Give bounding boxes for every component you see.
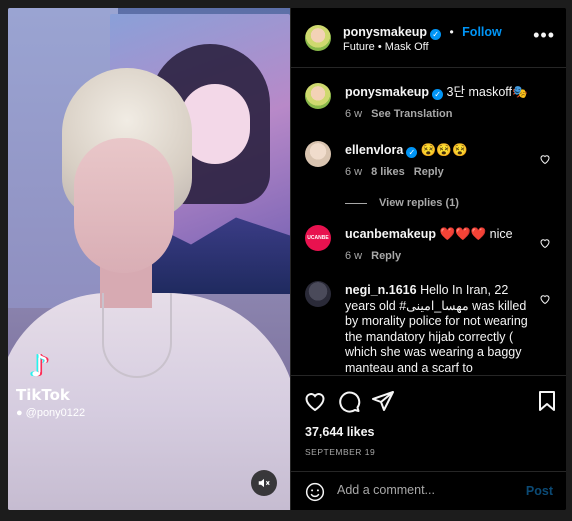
author-username[interactable]: ponysmakeup	[343, 25, 427, 39]
comment-text: 😵😵😵	[420, 143, 468, 157]
comment-age: 6 w	[345, 249, 363, 262]
necklace	[102, 293, 172, 378]
tiktok-watermark: ♪ TikTok ● @pony0122	[16, 349, 106, 420]
comment-list: ponysmakeup ✓ 3단 maskoff🎭 6 w See Translat…	[291, 69, 566, 375]
comment-icon[interactable]	[337, 389, 361, 413]
more-options-icon[interactable]: •••	[533, 26, 555, 44]
reply-button[interactable]: Reply	[414, 166, 444, 178]
post-video[interactable]: ♪ TikTok ● @pony0122	[8, 8, 290, 510]
commenter-avatar[interactable]	[305, 281, 331, 307]
verified-icon: ✓	[430, 29, 442, 40]
post-sidebar: ponysmakeup ✓ • Follow Future • Mask Off …	[290, 8, 566, 510]
post-modal: ♪ TikTok ● @pony0122 ponysmakeup ✓ • Foll…	[8, 8, 566, 510]
caption-text: 3단 maskoff🎭	[446, 85, 528, 99]
follow-button[interactable]: Follow	[462, 25, 502, 39]
verified-icon: ✓	[406, 147, 418, 158]
replies-divider	[345, 203, 367, 205]
comment-username[interactable]: ucanbemakeup	[345, 227, 436, 241]
like-count[interactable]: 37,644 likes	[305, 425, 375, 439]
add-comment-bar: Post	[291, 471, 566, 510]
comment-age: 6 w	[345, 165, 363, 178]
comment-like-icon[interactable]	[539, 237, 551, 249]
share-icon[interactable]	[371, 389, 395, 413]
comment-username[interactable]: negi_n.1616	[345, 283, 417, 297]
tiktok-logo-icon: ♪	[30, 349, 50, 384]
post-comment-button[interactable]: Post	[526, 484, 553, 498]
heart-icon[interactable]	[303, 389, 327, 413]
comment-input[interactable]	[337, 483, 517, 497]
mute-icon	[258, 478, 270, 488]
reply-button[interactable]: Reply	[371, 250, 401, 262]
user-icon: ●	[16, 407, 23, 419]
caption-age: 6 w	[345, 107, 363, 120]
post-date: SEPTEMBER 19	[305, 447, 376, 457]
commenter-avatar[interactable]	[305, 141, 331, 167]
view-replies-button[interactable]: View replies (1)	[379, 196, 459, 212]
tiktok-label: TikTok	[16, 386, 70, 404]
comment-likes[interactable]: 8 likes	[371, 166, 405, 178]
post-actions: 37,644 likes SEPTEMBER 19	[291, 375, 566, 475]
see-translation-button[interactable]: See Translation	[371, 108, 452, 120]
commenter-avatar[interactable]: UCANBE	[305, 225, 331, 251]
author-avatar[interactable]	[305, 25, 331, 51]
bookmark-icon[interactable]	[535, 389, 559, 413]
post-header: ponysmakeup ✓ • Follow Future • Mask Off …	[291, 8, 566, 68]
comment-username[interactable]: ellenvlora	[345, 143, 403, 157]
verified-icon: ✓	[432, 89, 444, 100]
audio-label[interactable]: Future • Mask Off	[343, 41, 429, 53]
emoji-icon[interactable]	[305, 482, 325, 502]
mute-button[interactable]	[251, 470, 277, 496]
comment-like-icon[interactable]	[539, 153, 551, 165]
tiktok-handle: @pony0122	[25, 407, 86, 419]
comment-like-icon[interactable]	[539, 293, 551, 305]
comment-text: ❤️❤️❤️ nice	[439, 227, 513, 241]
author-avatar[interactable]	[305, 83, 331, 109]
person-face	[74, 138, 174, 273]
caption-username[interactable]: ponysmakeup	[345, 85, 429, 99]
